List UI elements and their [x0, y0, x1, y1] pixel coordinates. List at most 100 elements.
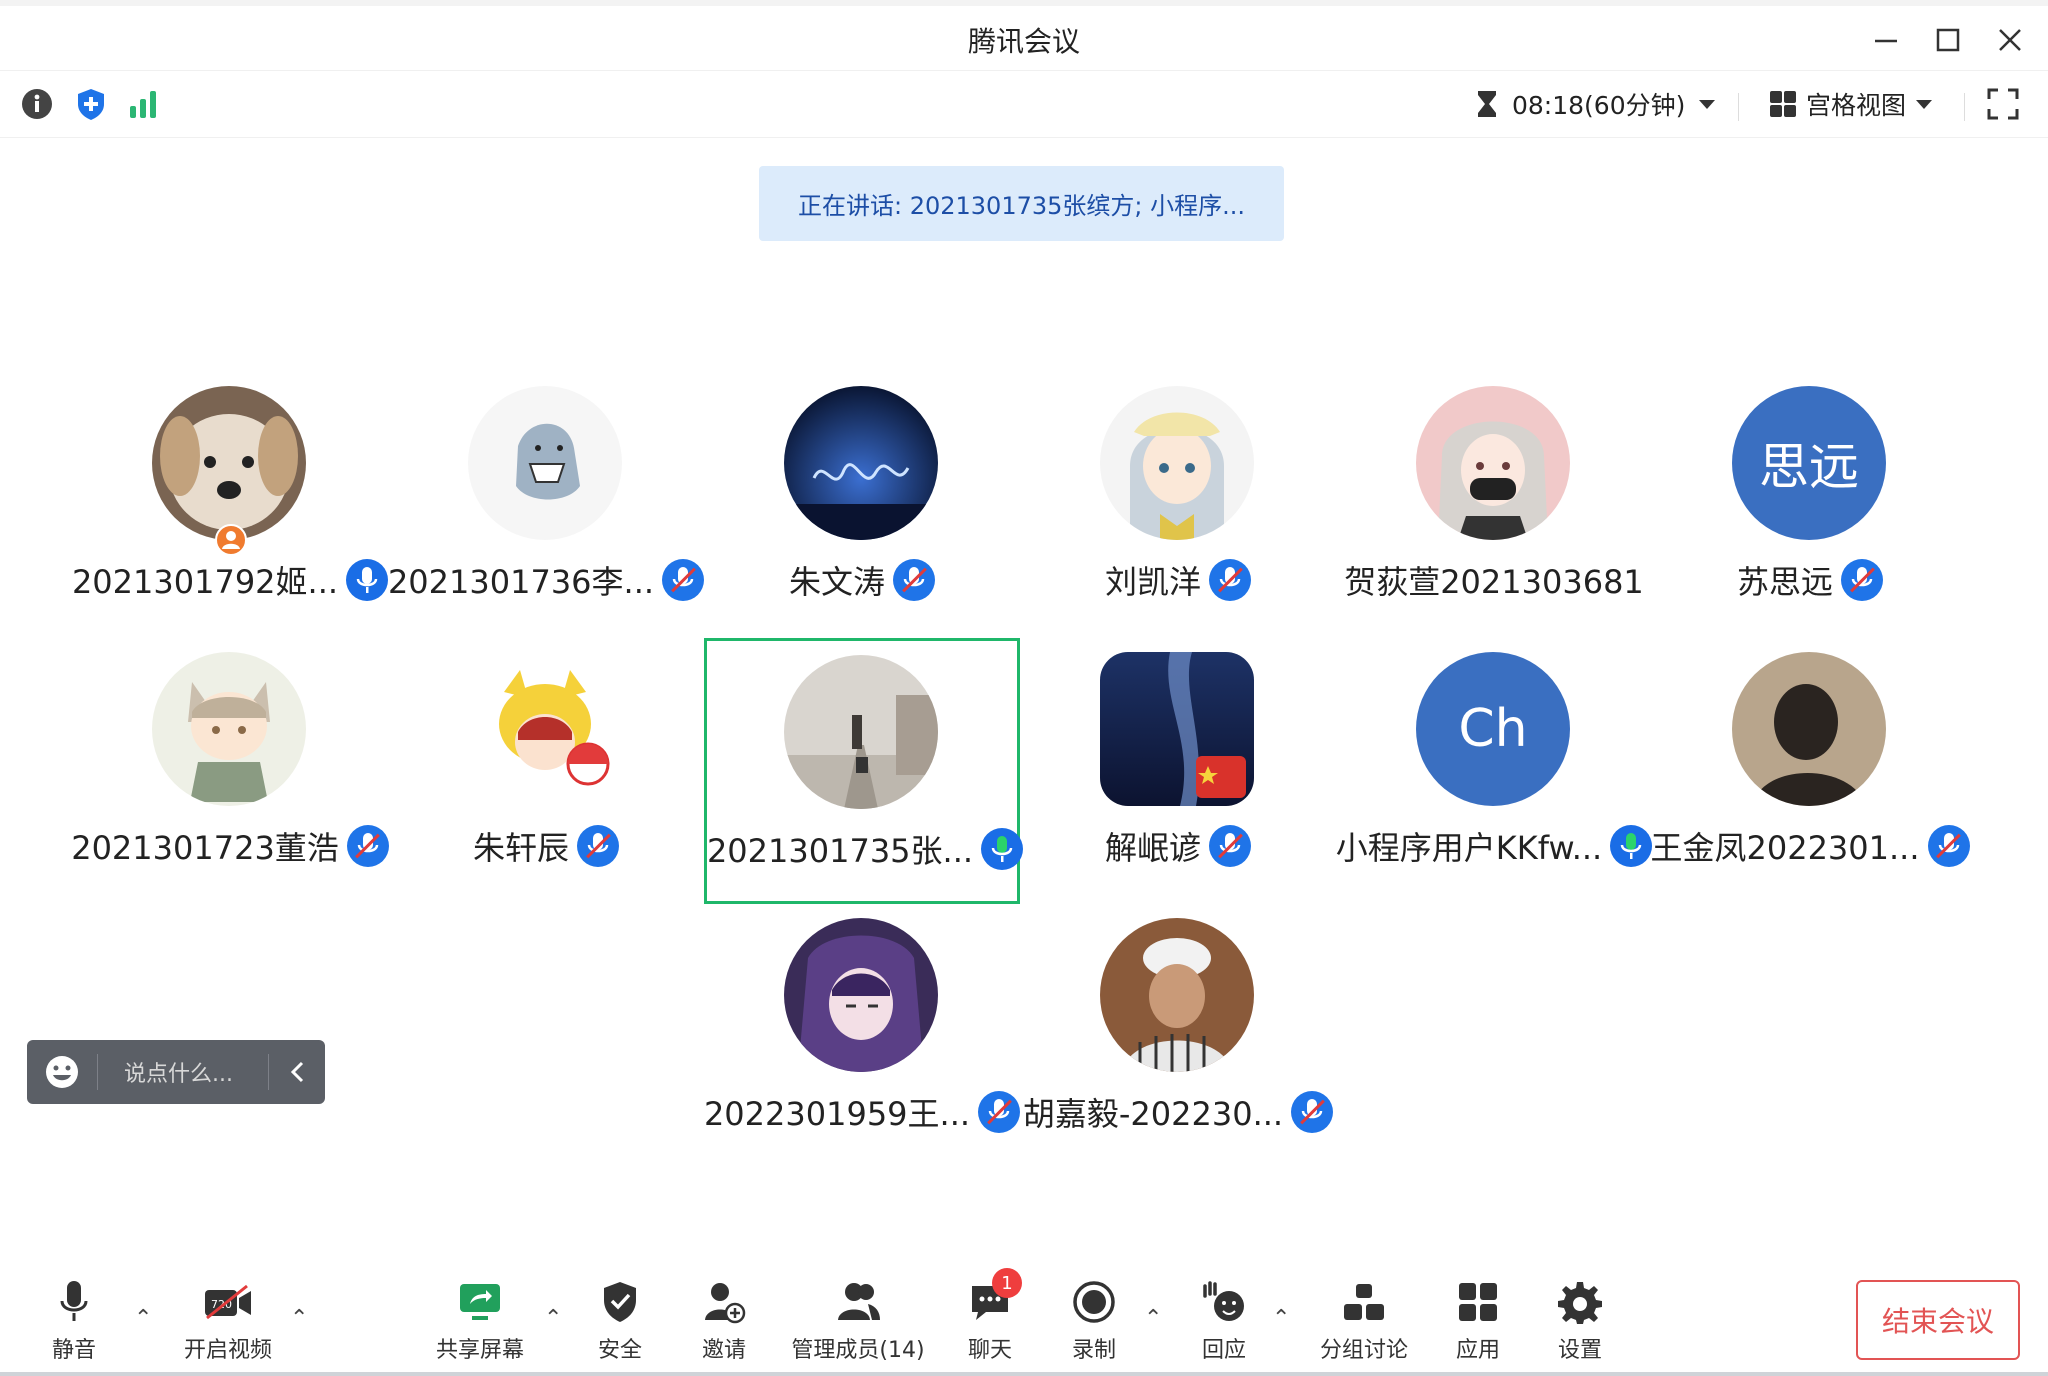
chat-button[interactable]: 1 聊天	[960, 1268, 1022, 1366]
share-screen-button[interactable]: 共享屏幕	[430, 1276, 530, 1366]
microphone-muted-icon	[346, 825, 389, 867]
maximize-button[interactable]	[1928, 20, 1968, 60]
share-screen-label: 共享屏幕	[435, 1338, 524, 1363]
reaction-label: 回应	[1201, 1338, 1246, 1363]
participant-tile[interactable]: Ch 小程序用户KKfw...	[1336, 632, 1653, 898]
gear-icon	[1558, 1282, 1602, 1324]
microphone-on-icon	[346, 559, 389, 601]
record-options-caret[interactable]: ⌃	[1144, 1306, 1162, 1331]
participant-tile[interactable]: 朱文涛	[704, 366, 1020, 632]
breakout-rooms-icon	[1344, 1284, 1384, 1320]
participant-name: 2021301735张...	[706, 832, 974, 870]
speaking-indicator-banner: 正在讲话: 2021301735张缤方; 小程序...	[759, 166, 1284, 241]
microphone-muted-icon	[1291, 1091, 1334, 1133]
anime-purple-girl-avatar	[784, 918, 938, 1072]
avatar	[152, 652, 306, 806]
end-meeting-button[interactable]: 结束会议	[1856, 1280, 2020, 1360]
collapse-chat-button[interactable]	[269, 1060, 325, 1084]
meeting-timer[interactable]: 08:18(60分钟)	[1474, 85, 1717, 123]
grid-view-icon	[1770, 91, 1796, 117]
mute-button[interactable]: 静音	[44, 1276, 104, 1366]
participant-tile[interactable]: 王金凤2022301...	[1650, 632, 1970, 898]
network-signal-button[interactable]	[126, 87, 160, 121]
start-video-label: 开启视频	[183, 1338, 272, 1363]
apps-button[interactable]: 应用	[1448, 1276, 1508, 1366]
meeting-control-toolbar: 静音 ⌃ 720 开启视频 ⌃ 共享屏幕 ⌃ 安全 邀请 管理成员(14) 1 …	[0, 1262, 2048, 1376]
reaction-options-caret[interactable]: ⌃	[1272, 1306, 1290, 1331]
record-button[interactable]: 录制	[1064, 1276, 1124, 1366]
participant-tile[interactable]: 2021301723董浩	[71, 632, 389, 898]
video-options-caret[interactable]: ⌃	[290, 1306, 308, 1331]
info-button[interactable]	[20, 87, 54, 121]
chevron-down-icon	[1699, 100, 1716, 109]
security-shield-button[interactable]	[74, 87, 108, 121]
participant-tile[interactable]: 2021301792姬...	[72, 366, 389, 632]
minimize-button[interactable]	[1866, 20, 1906, 60]
microphone-muted-icon	[577, 825, 619, 867]
avatar	[1100, 652, 1254, 806]
security-label: 安全	[597, 1338, 642, 1363]
signal-bars-icon	[130, 91, 156, 118]
participant-tile[interactable]: 刘凯洋	[1020, 366, 1336, 632]
close-icon	[1999, 29, 2021, 51]
minimize-icon	[1875, 39, 1897, 43]
participant-name: 2021301736李...	[387, 563, 655, 601]
close-button[interactable]	[1990, 20, 2030, 60]
participant-name-row: 苏思远	[1652, 556, 1968, 604]
participant-tile[interactable]: 2022301959王...	[704, 898, 1021, 1164]
unread-badge: 1	[992, 1268, 1022, 1298]
settings-button[interactable]: 设置	[1550, 1276, 1610, 1366]
participant-tile[interactable]: 胡嘉毅-202230...	[1020, 898, 1336, 1164]
info-icon	[22, 89, 52, 119]
share-options-caret[interactable]: ⌃	[544, 1306, 562, 1331]
start-video-button[interactable]: 720 开启视频	[180, 1276, 276, 1366]
breakout-rooms-button[interactable]: 分组讨论	[1318, 1276, 1410, 1366]
participant-name-row: 刘凯洋	[1020, 556, 1336, 604]
view-mode-label: 宫格视图	[1806, 91, 1907, 120]
invite-button[interactable]: 邀请	[694, 1276, 754, 1366]
participant-tile[interactable]: 思远 苏思远	[1652, 366, 1968, 632]
participant-name: 朱轩辰	[472, 829, 569, 867]
participant-name-row: 2022301959王...	[704, 1088, 1021, 1136]
participant-tile[interactable]: 2021301736李...	[387, 366, 705, 632]
security-button[interactable]: 安全	[590, 1276, 650, 1366]
participant-name-row: 王金凤2022301...	[1650, 822, 1970, 870]
pikachu-costume-avatar	[468, 652, 622, 806]
emoji-button[interactable]	[27, 1054, 97, 1090]
participant-name: 苏思远	[1736, 563, 1833, 601]
microphone-muted-icon	[893, 559, 935, 601]
timer-text: 08:18(60分钟)	[1512, 91, 1686, 120]
participant-name-row: 2021301723董浩	[71, 822, 389, 870]
silhouette-photo-avatar	[1732, 652, 1886, 806]
reaction-button[interactable]: 回应	[1194, 1276, 1254, 1366]
anime-girl-avatar	[1100, 386, 1254, 540]
invite-label: 邀请	[701, 1338, 746, 1363]
avatar	[784, 655, 938, 809]
chevron-left-icon	[290, 1061, 304, 1083]
chevron-down-icon	[1916, 100, 1933, 109]
participant-name-row: 朱轩辰	[388, 822, 704, 870]
chat-input-placeholder[interactable]: 说点什么...	[98, 1056, 268, 1088]
mute-label: 静音	[51, 1338, 96, 1363]
microphone-muted-icon	[1927, 825, 1970, 867]
video-camera-off-icon: 720	[205, 1284, 251, 1320]
participant-name-row: 胡嘉毅-202230...	[1020, 1088, 1336, 1136]
participant-tile[interactable]: 解岷谚	[1020, 632, 1336, 898]
microphone-muted-icon	[1841, 559, 1883, 601]
host-badge-icon	[215, 524, 247, 556]
participant-tile[interactable]: 贺荻萱2021303681	[1336, 366, 1652, 632]
quick-chat-bar[interactable]: 说点什么...	[27, 1040, 325, 1104]
dog-photo-avatar	[152, 386, 306, 540]
participant-tile-active-speaker[interactable]: 2021301735张...	[704, 638, 1024, 904]
participant-name: 2021301723董浩	[71, 829, 339, 867]
anime-girl-mask-avatar	[1416, 386, 1570, 540]
microphone-muted-icon	[1209, 825, 1251, 867]
audio-options-caret[interactable]: ⌃	[134, 1306, 152, 1331]
view-mode-selector[interactable]: 宫格视图	[1768, 85, 1934, 123]
avatar	[784, 918, 938, 1072]
participant-tile[interactable]: 朱轩辰	[388, 632, 704, 898]
hourglass-icon	[1478, 91, 1496, 117]
fullscreen-button[interactable]	[1986, 87, 2020, 121]
manage-members-button[interactable]: 管理成员(14)	[790, 1276, 926, 1366]
microphone-muted-icon	[1209, 559, 1251, 601]
